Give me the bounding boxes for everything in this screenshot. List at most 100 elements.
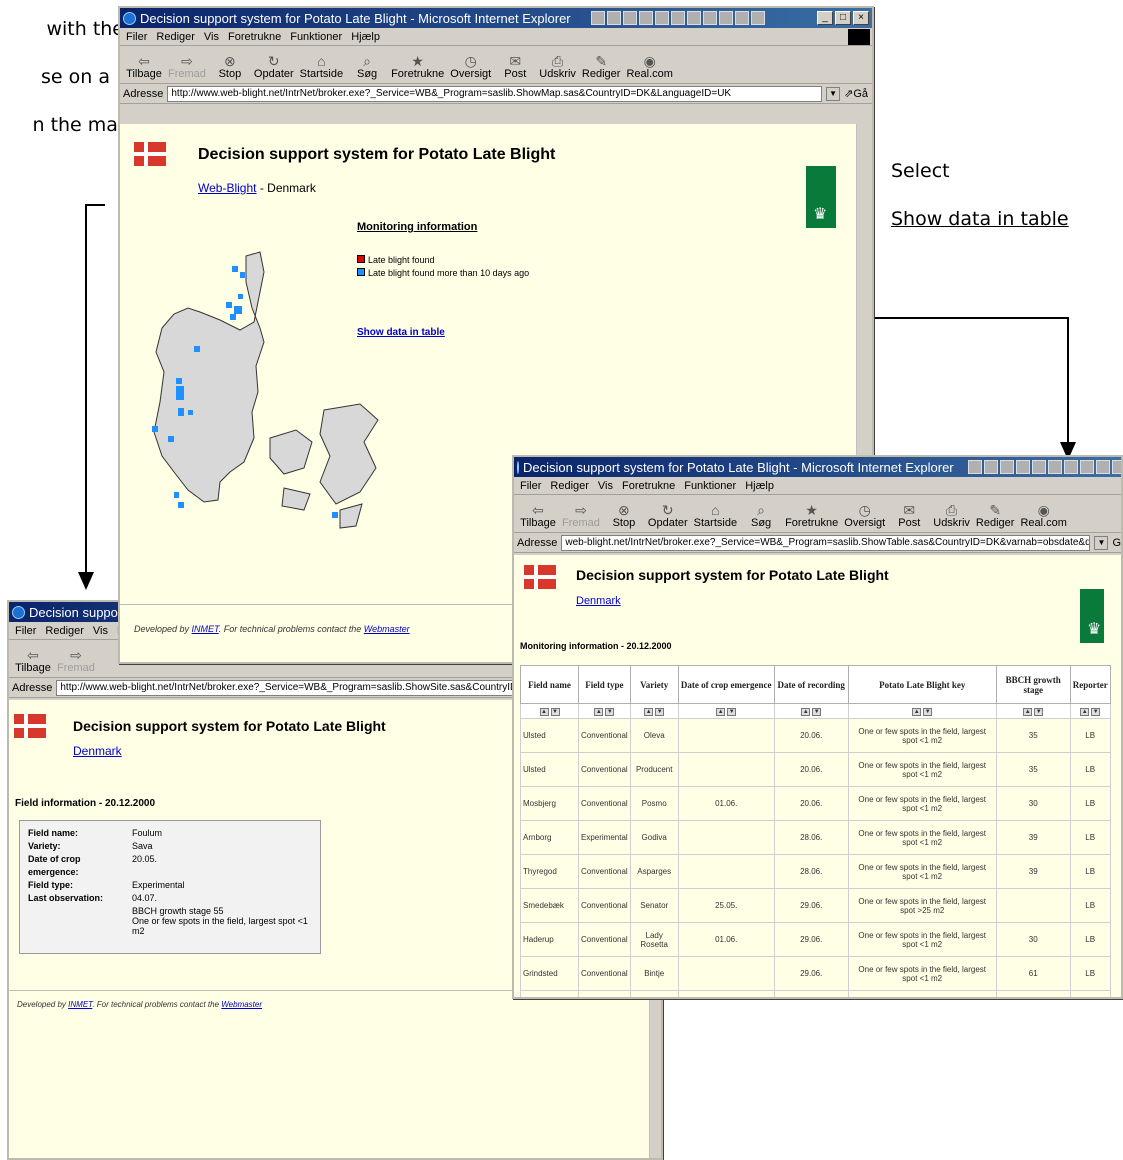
table-cell: LB — [1069, 820, 1111, 855]
sort-asc-icon[interactable]: ▲ — [539, 708, 549, 716]
table-cell: One or few spots in the field, largest s… — [847, 888, 997, 923]
webmaster-link[interactable]: Webmaster — [364, 624, 410, 634]
sort-desc-icon[interactable]: ▼ — [605, 708, 615, 716]
table-cell: 30 — [995, 786, 1071, 821]
tilbage-button[interactable]: ⇦ Tilbage — [520, 503, 556, 529]
s-g-button[interactable]: ⌕ Søg — [743, 503, 779, 529]
toolbar-label: Søg — [356, 68, 378, 80]
sort-asc-icon[interactable]: ▲ — [594, 708, 604, 716]
real-com-button[interactable]: ◉ Real.com — [626, 54, 672, 80]
window-titlebar: Decision support system for Potato Late … — [120, 8, 872, 28]
foretrukne-icon: ★ — [805, 502, 818, 518]
menu-rediger[interactable]: Rediger — [45, 625, 84, 637]
sort-desc-icon[interactable]: ▼ — [812, 708, 822, 716]
sort-asc-icon[interactable]: ▲ — [1023, 708, 1033, 716]
menu-vis[interactable]: Vis — [598, 480, 613, 492]
udskriv-button[interactable]: ⎙ Udskriv — [933, 503, 970, 529]
fremad-button[interactable]: ⇨ Fremad — [168, 54, 206, 80]
country-link[interactable]: Denmark — [576, 595, 621, 607]
inmet-link[interactable]: INMET — [68, 1000, 92, 1009]
sort-asc-icon[interactable]: ▲ — [716, 708, 726, 716]
menu-filer[interactable]: Filer — [520, 480, 541, 492]
menu-funktioner[interactable]: Funktioner — [290, 31, 342, 43]
menu-foretrukne[interactable]: Foretrukne — [228, 31, 281, 43]
sort-desc-icon[interactable]: ▼ — [1091, 708, 1101, 716]
sort-asc-icon[interactable]: ▲ — [912, 708, 922, 716]
minimize-button[interactable]: _ — [817, 11, 833, 25]
table-cell: Godiva — [629, 820, 679, 855]
webmaster-link[interactable]: Webmaster — [221, 1000, 262, 1009]
sort-asc-icon[interactable]: ▲ — [801, 708, 811, 716]
sort-desc-icon[interactable]: ▼ — [727, 708, 737, 716]
sort-desc-icon[interactable]: ▼ — [923, 708, 933, 716]
toolbar-label: Fremad — [168, 68, 206, 80]
go-button[interactable]: G — [1112, 537, 1121, 549]
rediger-button[interactable]: ✎ Rediger — [976, 503, 1015, 529]
menu-filer[interactable]: Filer — [126, 31, 147, 43]
post-button[interactable]: ✉ Post — [497, 54, 533, 80]
toolbar-label: Oversigt — [844, 517, 886, 529]
menu-hjaelp[interactable]: Hjælp — [351, 31, 380, 43]
maximize-button[interactable]: □ — [835, 11, 851, 25]
menu-vis[interactable]: Vis — [204, 31, 219, 43]
foretrukne-button[interactable]: ★ Foretrukne — [785, 503, 838, 529]
field-info-row: Last observation: 04.07. — [28, 893, 158, 903]
oversigt-icon: ◷ — [858, 502, 871, 518]
opdater-icon: ↻ — [661, 502, 674, 518]
s-g-button[interactable]: ⌕ Søg — [349, 54, 385, 80]
post-button[interactable]: ✉ Post — [891, 503, 927, 529]
real-com-button[interactable]: ◉ Real.com — [1020, 503, 1066, 529]
address-dropdown[interactable]: ▼ — [826, 86, 841, 101]
startside-button[interactable]: ⌂ Startside — [300, 54, 343, 80]
address-dropdown[interactable]: ▼ — [1094, 535, 1109, 550]
rediger-button[interactable]: ✎ Rediger — [582, 54, 621, 80]
sort-desc-icon[interactable]: ▼ — [550, 708, 560, 716]
foretrukne-button[interactable]: ★ Foretrukne — [391, 54, 444, 80]
opdater-button[interactable]: ↻ Opdater — [254, 54, 294, 80]
sort-controls: ▲ ▼ — [1069, 703, 1111, 719]
opdater-button[interactable]: ↻ Opdater — [648, 503, 688, 529]
fremad-button[interactable]: ⇨ Fremad — [562, 503, 600, 529]
address-input[interactable]: http://www.web-blight.net/IntrNet/broker… — [167, 85, 823, 102]
oversigt-button[interactable]: ◷ Oversigt — [844, 503, 885, 529]
inmet-link[interactable]: INMET — [192, 624, 219, 634]
stop-button[interactable]: ⊗ Stop — [606, 503, 642, 529]
column-header: Field name — [520, 665, 579, 704]
menu-foretrukne[interactable]: Foretrukne — [622, 480, 675, 492]
sort-desc-icon[interactable]: ▼ — [655, 708, 665, 716]
menu-filer[interactable]: Filer — [15, 625, 36, 637]
field-info-title: Field information - 20.12.2000 — [15, 798, 156, 809]
forward-button[interactable]: ⇨ Fremad — [57, 648, 95, 674]
web-blight-link[interactable]: Web-Blight — [198, 181, 256, 195]
toolbar-label: Opdater — [253, 68, 294, 80]
oversigt-button[interactable]: ◷ Oversigt — [450, 54, 491, 80]
menu-vis[interactable]: Vis — [93, 625, 108, 637]
sort-asc-icon[interactable]: ▲ — [644, 708, 654, 716]
menu-rediger[interactable]: Rediger — [156, 31, 195, 43]
sort-asc-icon[interactable]: ▲ — [1080, 708, 1090, 716]
go-button[interactable]: ⇗Gå — [844, 87, 872, 100]
back-button[interactable]: ⇦ Tilbage — [15, 648, 51, 674]
table-cell: LB — [1069, 752, 1111, 787]
tilbage-button[interactable]: ⇦ Tilbage — [126, 54, 162, 80]
toolbar-label: Opdater — [647, 517, 688, 529]
danish-flag — [14, 714, 46, 738]
ie-icon — [12, 605, 25, 619]
sort-desc-icon[interactable]: ▼ — [1034, 708, 1044, 716]
stop-icon: ⊗ — [224, 53, 236, 69]
sort-controls: ▲ ▼ — [677, 703, 775, 719]
startside-button[interactable]: ⌂ Startside — [694, 503, 737, 529]
address-input[interactable]: web-blight.net/IntrNet/broker.exe?_Servi… — [561, 534, 1091, 551]
denmark-map[interactable] — [134, 242, 434, 542]
table-cell — [677, 820, 775, 855]
stop-button[interactable]: ⊗ Stop — [212, 54, 248, 80]
close-button[interactable]: × — [853, 11, 869, 25]
country-link[interactable]: Denmark — [73, 744, 122, 758]
table-cell: 35 — [995, 990, 1071, 997]
udskriv-button[interactable]: ⎙ Udskriv — [539, 54, 576, 80]
menu-funktioner[interactable]: Funktioner — [684, 480, 736, 492]
menu-rediger[interactable]: Rediger — [550, 480, 589, 492]
obs-bbch: BBCH growth stage 55 — [132, 906, 224, 916]
toolbar-label: Rediger — [581, 68, 621, 80]
menu-hjaelp[interactable]: Hjælp — [745, 480, 774, 492]
